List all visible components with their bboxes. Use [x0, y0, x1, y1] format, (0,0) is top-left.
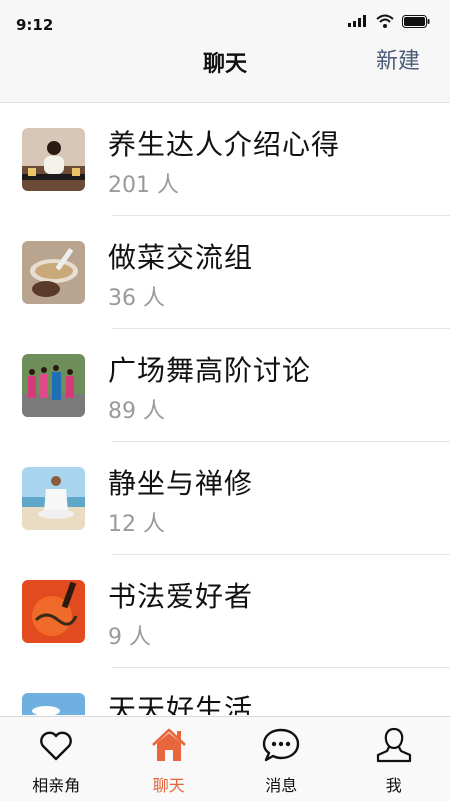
soup-dish-thumbnail [22, 241, 85, 304]
tab-me[interactable]: 我 [338, 717, 450, 801]
status-time: 9:12 [16, 16, 53, 34]
group-name: 广场舞高阶讨论 [108, 349, 311, 389]
member-count: 9 人 [108, 619, 151, 651]
list-item[interactable]: 天天好生活 [0, 668, 450, 715]
group-name: 天天好生活 [108, 688, 253, 715]
wifi-icon [376, 14, 394, 28]
status-indicators [348, 14, 430, 28]
home-icon [149, 725, 189, 765]
list-item[interactable]: 做菜交流组 36 人 [0, 216, 450, 329]
heart-icon [36, 725, 76, 765]
navigation-bar: 聊天 新建 [0, 48, 450, 103]
member-count: 89 人 [108, 393, 165, 425]
member-count: 12 人 [108, 506, 165, 538]
group-name: 静坐与禅修 [108, 462, 253, 502]
tab-label: 我 [338, 772, 450, 796]
square-dance-thumbnail [22, 354, 85, 417]
member-count: 36 人 [108, 280, 165, 312]
chat-group-list: 养生达人介绍心得 201 人 做菜交流组 36 人 [0, 103, 450, 715]
list-item[interactable]: 书法爱好者 9 人 [0, 555, 450, 668]
list-item[interactable]: 广场舞高阶讨论 89 人 [0, 329, 450, 442]
group-name: 养生达人介绍心得 [108, 123, 340, 163]
member-count: 201 人 [108, 167, 179, 199]
status-bar: 9:12 [0, 0, 450, 48]
chat-bubble-icon [261, 725, 301, 765]
yoga-meditation-thumbnail [22, 128, 85, 191]
group-name: 书法爱好者 [108, 575, 253, 615]
battery-icon [402, 15, 430, 28]
tab-bar: 相亲角 聊天 消息 我 [0, 716, 450, 801]
beach-meditation-thumbnail [22, 467, 85, 530]
new-chat-button[interactable]: 新建 [376, 48, 420, 76]
tab-label: 相亲角 [0, 772, 113, 796]
person-icon [374, 725, 414, 765]
tab-dating-corner[interactable]: 相亲角 [0, 717, 113, 801]
tab-label: 消息 [225, 772, 338, 796]
list-item[interactable]: 静坐与禅修 12 人 [0, 442, 450, 555]
tab-messages[interactable]: 消息 [225, 717, 338, 801]
calligraphy-thumbnail [22, 580, 85, 643]
group-name: 做菜交流组 [108, 236, 253, 276]
tab-chat[interactable]: 聊天 [113, 717, 226, 801]
tab-label: 聊天 [113, 772, 226, 796]
sky-thumbnail [22, 693, 85, 715]
signal-icon [348, 15, 368, 27]
list-item[interactable]: 养生达人介绍心得 201 人 [0, 103, 450, 216]
